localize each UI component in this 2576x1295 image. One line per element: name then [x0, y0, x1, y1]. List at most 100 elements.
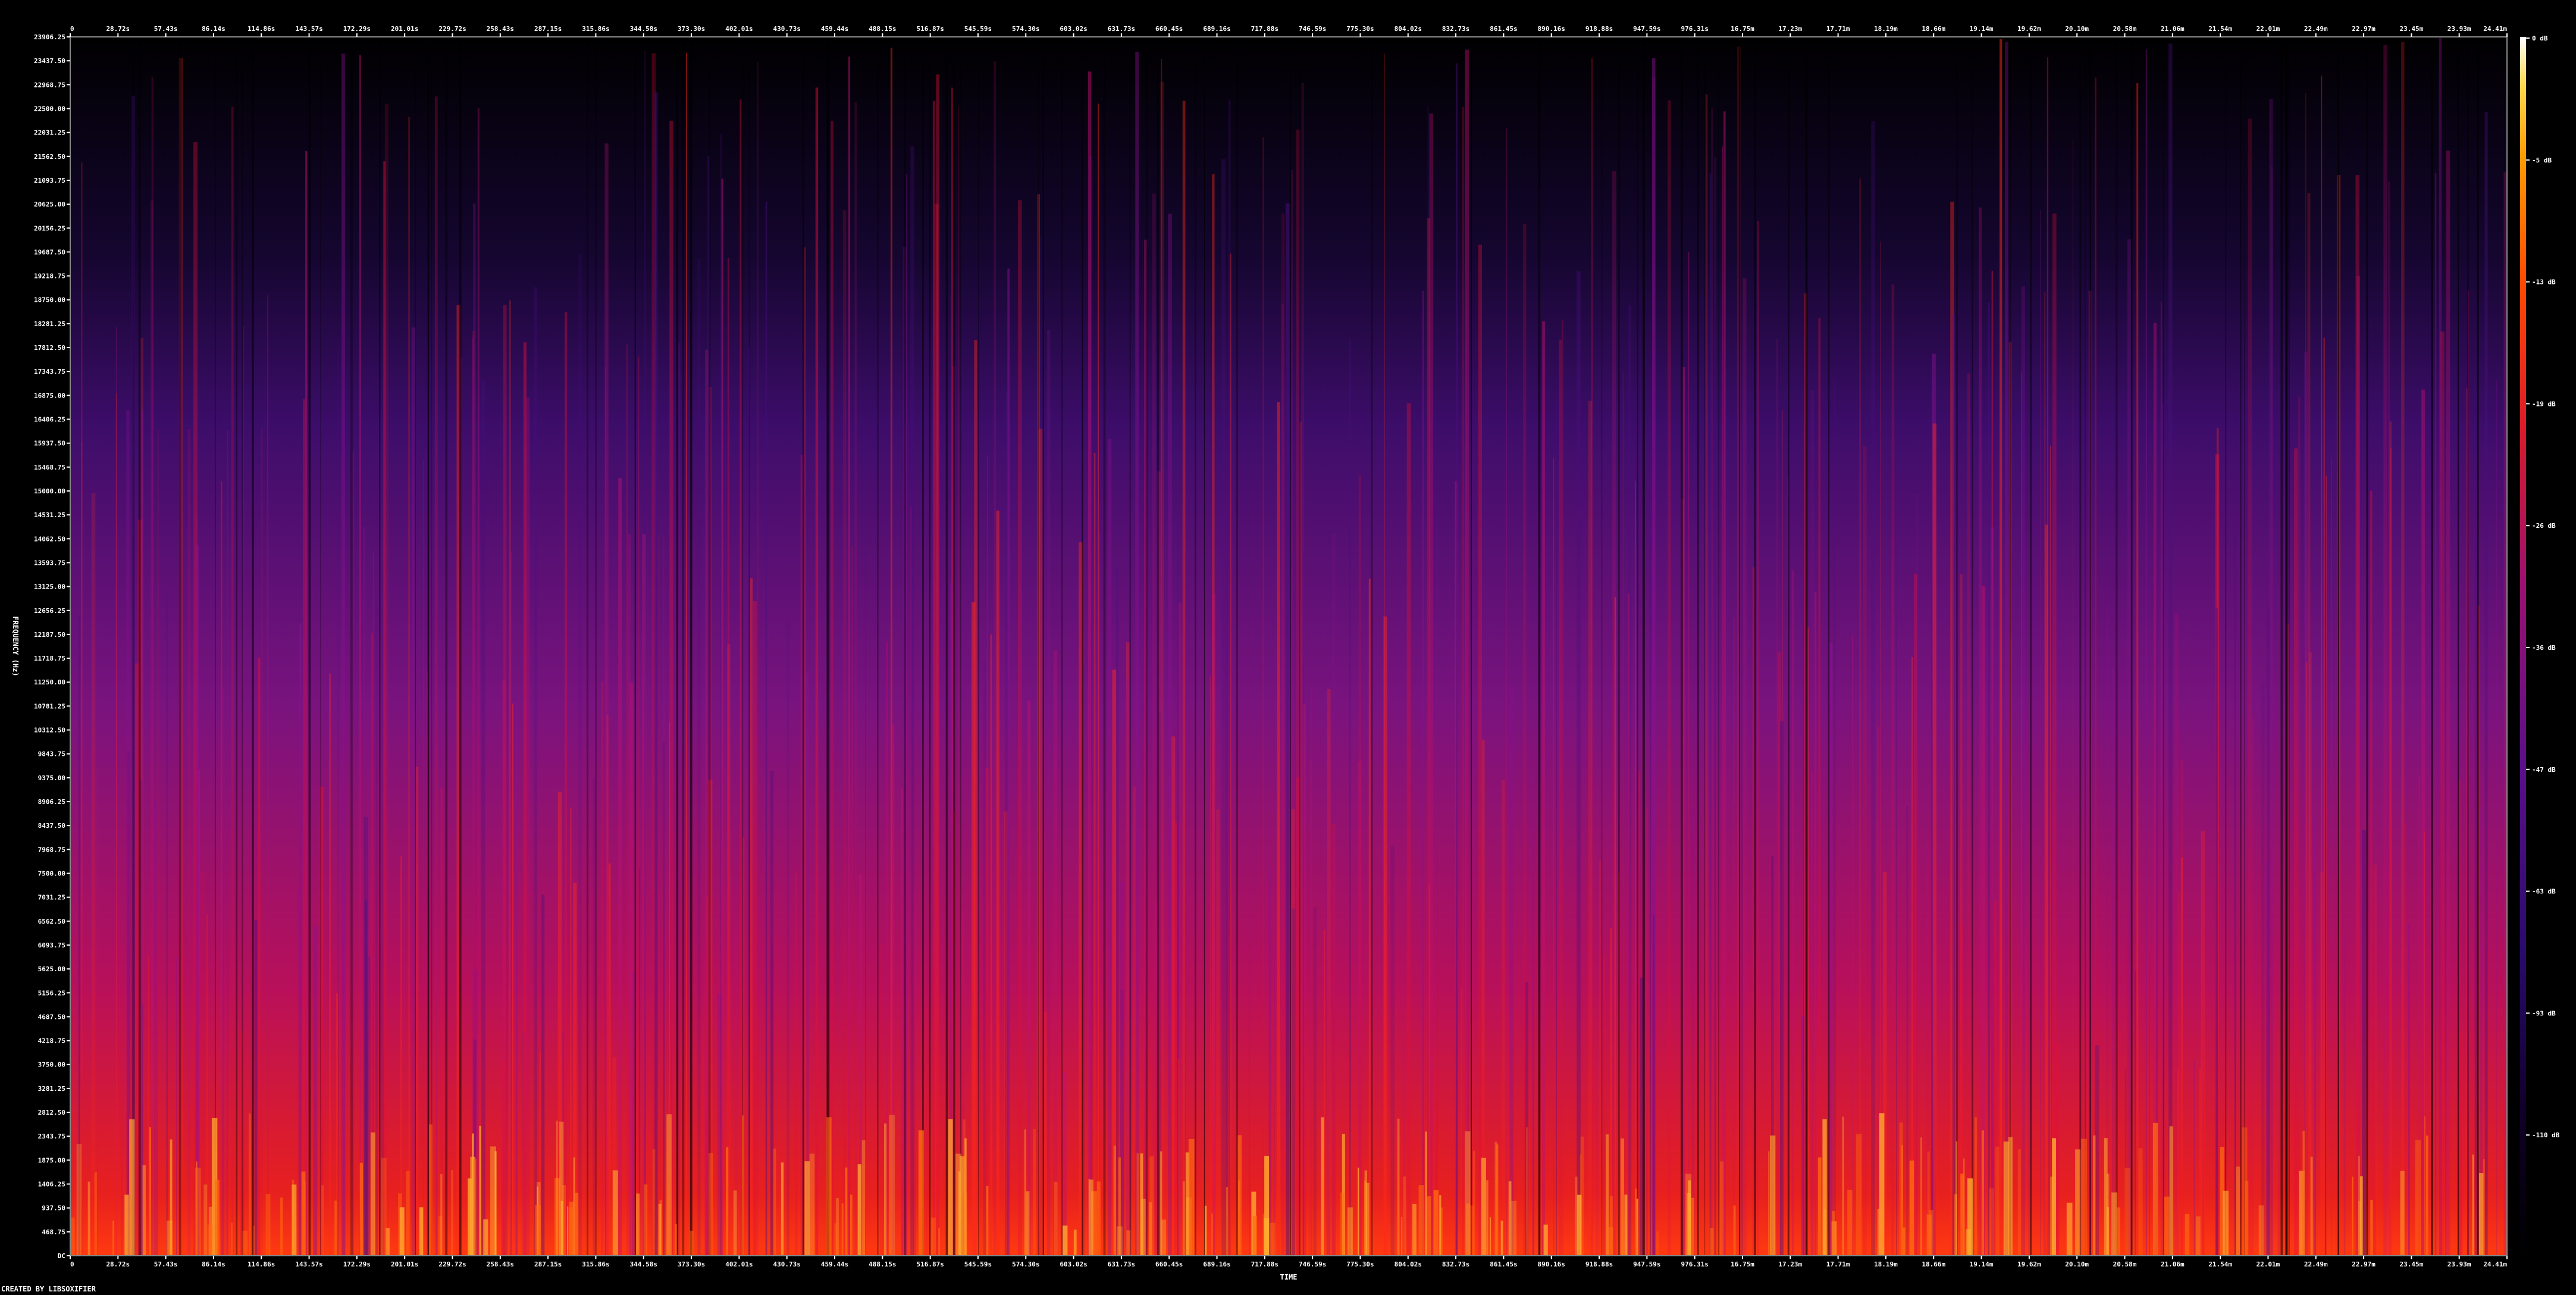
low-freq-energy: [675, 1224, 678, 1256]
y-tick-label: 7500.00: [38, 869, 65, 877]
energy-streak: [990, 634, 992, 1256]
energy-streak: [166, 590, 168, 1256]
silence-streak: [690, 37, 692, 1256]
energy-streak: [195, 516, 198, 1256]
low-freq-energy: [1024, 1129, 1026, 1256]
x-tick-label-bottom: 373.30s: [678, 1260, 705, 1268]
energy-streak: [569, 807, 572, 1256]
y-tick-label: 22500.00: [34, 105, 65, 112]
low-freq-energy: [2483, 1159, 2485, 1256]
low-freq-energy: [2236, 1166, 2240, 1256]
silence-streak: [1290, 37, 1291, 1256]
x-tick-label-top: 21.06m: [2161, 25, 2185, 33]
low-freq-energy: [1621, 1138, 1624, 1256]
low-freq-energy: [2424, 1116, 2425, 1256]
silence-streak: [676, 37, 679, 1256]
silence-streak: [379, 37, 381, 1256]
low-freq-energy: [1606, 1134, 1609, 1256]
low-freq-energy: [1126, 1230, 1130, 1256]
y-tick-label: 9375.00: [38, 774, 65, 782]
energy-streak: [2401, 42, 2405, 1256]
energy-streak: [2325, 506, 2327, 1256]
silence-streak: [1805, 37, 1808, 1256]
low-freq-energy: [473, 1159, 477, 1256]
low-freq-energy: [428, 1124, 433, 1256]
energy-streak: [1714, 157, 1716, 1256]
energy-streak: [541, 894, 545, 1256]
x-tick-label-bottom: 258.43s: [487, 1260, 514, 1268]
energy-streak: [91, 493, 96, 1256]
energy-streak: [618, 478, 622, 1256]
energy-streak: [1895, 545, 1897, 1256]
low-freq-energy: [249, 1113, 251, 1256]
low-freq-energy: [1089, 1180, 1093, 1256]
energy-streak: [2266, 606, 2270, 1256]
y-tick-label: 12656.25: [34, 607, 65, 615]
low-freq-energy: [2106, 1174, 2110, 1256]
silence-streak: [1972, 37, 1973, 1256]
energy-streak: [1614, 597, 1616, 1256]
x-tick-label-top: 689.16s: [1203, 25, 1230, 33]
energy-streak: [1093, 453, 1096, 1256]
energy-streak: [1649, 504, 1651, 1256]
energy-streak: [1880, 241, 1881, 1256]
y-tick-label: 3281.25: [38, 1085, 65, 1093]
y-tick-label: 7031.25: [38, 894, 65, 902]
x-tick-label-top: 20.58m: [2113, 25, 2137, 33]
energy-streak: [1628, 593, 1630, 1256]
x-tick-label-bottom: 17.23m: [1778, 1260, 1802, 1268]
low-freq-energy: [1500, 1221, 1503, 1256]
energy-streak: [2372, 865, 2376, 1256]
energy-streak: [1595, 1050, 1599, 1256]
energy-streak: [1313, 906, 1317, 1256]
x-tick-label-top: 631.73s: [1108, 25, 1135, 33]
x-tick-label-bottom: 516.87s: [916, 1260, 944, 1268]
energy-streak: [2314, 812, 2317, 1256]
low-freq-energy: [963, 1119, 966, 1256]
x-tick-label-top: 258.43s: [487, 25, 514, 33]
silence-streak: [904, 37, 906, 1256]
y-tick-label: 14531.25: [34, 511, 65, 519]
low-freq-energy: [76, 1144, 82, 1256]
silence-streak: [1145, 37, 1148, 1256]
energy-streak: [739, 99, 742, 1256]
x-tick-label-top: 890.16s: [1538, 25, 1565, 33]
silence-streak: [2130, 37, 2133, 1256]
low-freq-energy: [1995, 1146, 2000, 1256]
energy-streak: [2343, 931, 2346, 1256]
energy-streak: [313, 925, 318, 1256]
energy-streak: [685, 52, 687, 1256]
energy-streak: [1818, 318, 1821, 1256]
x-tick-label-top: 976.31s: [1681, 25, 1708, 33]
silence-streak: [1680, 37, 1683, 1256]
energy-streak: [176, 958, 177, 1256]
colorbar-tick-label: -110 dB: [2532, 1131, 2560, 1139]
x-tick-label-top: 832.73s: [1442, 25, 1469, 33]
energy-streak: [1177, 1059, 1180, 1256]
energy-streak: [974, 340, 977, 1256]
energy-streak: [890, 48, 892, 1256]
energy-streak: [121, 1047, 123, 1256]
low-freq-energy: [406, 1171, 410, 1256]
y-axis: 23906.25 23437.50 22968.75 22500.00 22031.25…: [34, 33, 70, 1260]
x-tick-label-bottom: 17.71m: [1826, 1260, 1850, 1268]
energy-streak: [1053, 650, 1058, 1256]
x-tick-label-top: 545.59s: [964, 25, 992, 33]
low-freq-energy: [644, 1184, 648, 1256]
energy-streak: [1115, 566, 1119, 1256]
silence-streak: [350, 37, 353, 1256]
x-tick-label-top: 18.19m: [1874, 25, 1898, 33]
low-freq-energy: [2425, 1136, 2428, 1256]
energy-streak: [2321, 76, 2323, 1256]
silence-streak: [2366, 37, 2368, 1256]
x-tick-label-top: 0: [70, 25, 74, 33]
energy-streak: [1456, 63, 1458, 1256]
energy-streak: [1262, 137, 1264, 1256]
energy-streak: [151, 76, 153, 1256]
energy-streak: [1168, 214, 1172, 1256]
low-freq-energy: [1577, 1194, 1582, 1256]
x-tick-label-top: 488.15s: [869, 25, 896, 33]
low-freq-energy: [1433, 1190, 1439, 1256]
energy-streak: [1311, 687, 1313, 1256]
low-freq-energy: [726, 1147, 729, 1256]
